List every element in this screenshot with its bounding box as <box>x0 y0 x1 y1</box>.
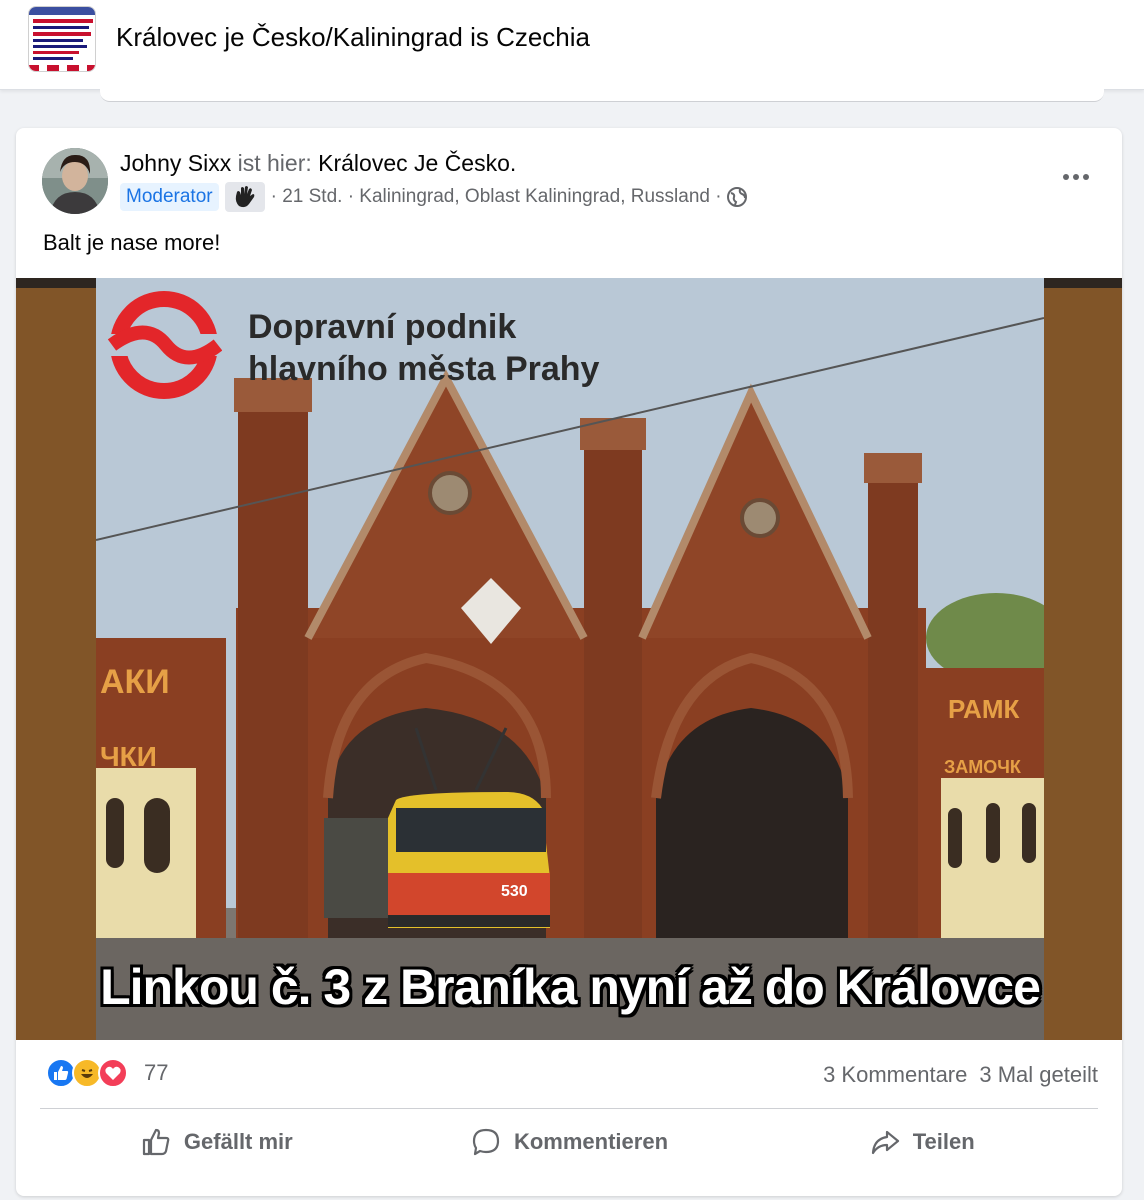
moderator-badge[interactable]: Moderator <box>120 183 219 211</box>
comment-button-label: Kommentieren <box>513 1129 669 1154</box>
gate-scene-illustration: АКИ ЧКИ РАМК ЗАМОЧК 530 <box>96 278 1044 1040</box>
sign-right-2: ЗАМОЧК <box>944 757 1022 777</box>
share-arrow-icon <box>871 1130 899 1155</box>
post-stats: 3 Kommentare 3 Mal geteilt <box>823 1062 1098 1088</box>
post-author-line: Johny Sixx ist hier: Královec Je Česko. <box>120 150 516 177</box>
image-caption: Linkou č. 3 z Braníka nyní až do Královc… <box>100 959 1041 1015</box>
share-button[interactable]: Teilen <box>745 1118 1098 1166</box>
love-icon <box>98 1058 128 1088</box>
group-header: Královec je Česko/Kaliningrad is Czechia <box>0 0 1144 90</box>
like-button-label: Gefällt mir <box>183 1129 293 1154</box>
more-options-button[interactable] <box>1056 162 1096 192</box>
post-actions: Gefällt mir Kommentieren Teilen <box>40 1118 1098 1166</box>
comment-bubble-icon <box>472 1128 500 1156</box>
reaction-count: 77 <box>144 1060 169 1085</box>
sign-right-1: РАМК <box>948 694 1019 724</box>
like-button[interactable]: Gefällt mir <box>40 1118 393 1166</box>
reactions-summary[interactable]: 77 <box>46 1058 168 1088</box>
dpp-logo-text: Dopravní podnik hlavního města Prahy <box>248 306 599 390</box>
comment-button[interactable]: Kommentieren <box>393 1118 746 1166</box>
group-thumbnail[interactable] <box>28 6 96 72</box>
globe-icon <box>726 187 747 207</box>
more-dot-icon <box>1083 174 1089 180</box>
dpp-logo <box>106 291 222 399</box>
sign-left-1: АКИ <box>100 663 170 701</box>
tram-number: 530 <box>501 883 528 900</box>
comments-count-link[interactable]: 3 Kommentare <box>823 1062 967 1088</box>
author-name[interactable]: Johny Sixx <box>120 150 231 176</box>
dpp-logo-line1: Dopravní podnik <box>248 308 517 346</box>
more-dot-icon <box>1073 174 1079 180</box>
actions-divider <box>40 1108 1098 1109</box>
post-meta-text: · 21 Std. · Kaliningrad, Oblast Kalining… <box>270 186 722 207</box>
avatar[interactable] <box>42 148 108 214</box>
post-meta: Moderator · 21 Std. · Kaliningrad, Oblas… <box>120 182 748 212</box>
share-button-label: Teilen <box>912 1129 975 1154</box>
group-title[interactable]: Královec je Česko/Kaliningrad is Czechia <box>116 22 590 53</box>
author-verb: ist hier: <box>231 150 319 176</box>
post-text: Balt je nase more! <box>43 230 221 255</box>
post-image[interactable]: АКИ ЧКИ РАМК ЗАМОЧК 530 Dopravní podnik … <box>16 278 1122 1040</box>
sign-left-2: ЧКИ <box>100 741 157 772</box>
thumbs-up-icon <box>142 1128 170 1156</box>
location-group-link[interactable]: Královec Je Česko. <box>318 150 516 176</box>
dpp-logo-line2: hlavního města Prahy <box>248 350 600 388</box>
shares-count-link[interactable]: 3 Mal geteilt <box>979 1062 1098 1088</box>
image-content: АКИ ЧКИ РАМК ЗАМОЧК 530 Dopravní podnik … <box>96 278 1044 1040</box>
post-card: Johny Sixx ist hier: Královec Je Česko. … <box>16 128 1122 1196</box>
header-divider <box>100 88 1104 102</box>
waving-hand-icon[interactable] <box>224 182 265 212</box>
more-dot-icon <box>1063 174 1069 180</box>
